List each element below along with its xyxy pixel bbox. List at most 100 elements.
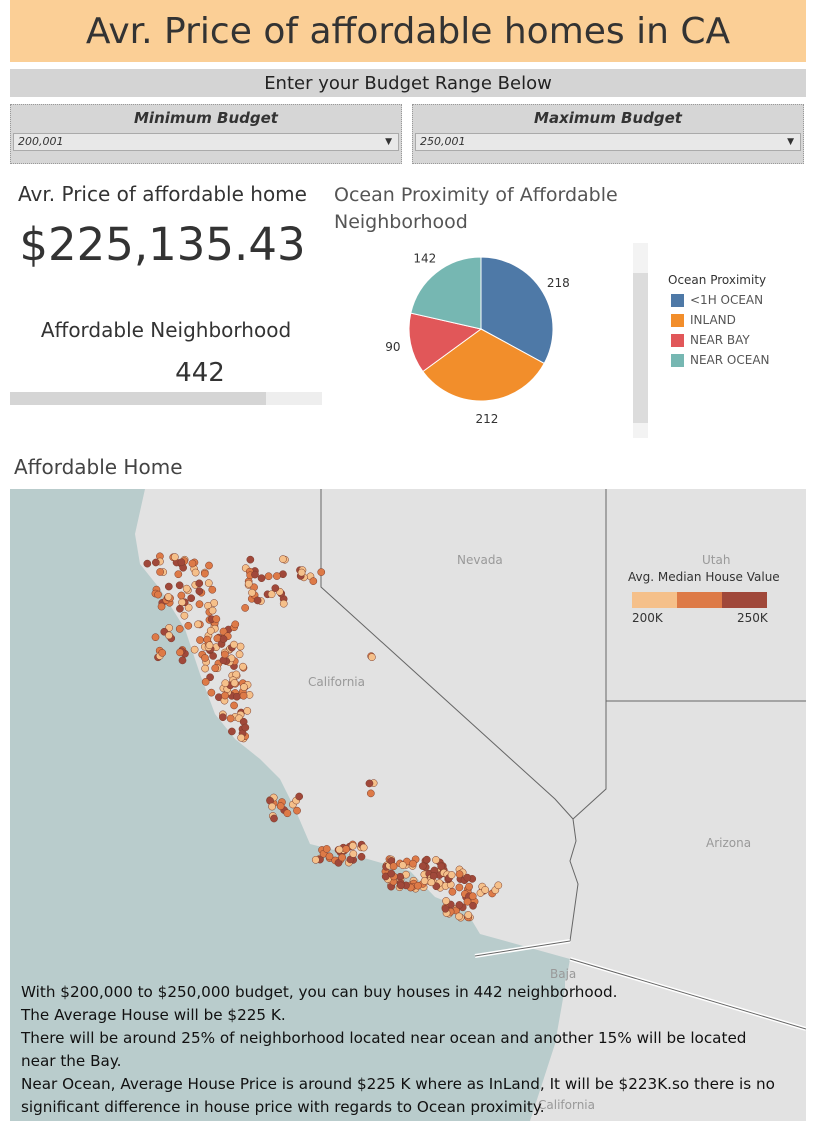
house-marker[interactable] xyxy=(232,692,241,701)
house-marker[interactable] xyxy=(226,714,235,723)
house-marker[interactable] xyxy=(201,654,209,662)
house-marker[interactable] xyxy=(151,633,160,642)
house-marker[interactable] xyxy=(244,579,253,588)
house-marker[interactable] xyxy=(200,569,209,578)
house-marker[interactable] xyxy=(469,901,477,910)
house-marker[interactable] xyxy=(143,559,152,568)
house-marker[interactable] xyxy=(178,656,187,665)
house-marker[interactable] xyxy=(455,912,463,921)
house-marker[interactable] xyxy=(194,620,202,629)
house-marker[interactable] xyxy=(309,577,318,585)
house-marker[interactable] xyxy=(230,701,238,710)
house-marker[interactable] xyxy=(187,594,196,603)
house-marker[interactable] xyxy=(221,691,229,700)
house-marker[interactable] xyxy=(463,873,472,882)
house-marker[interactable] xyxy=(190,645,199,654)
legend-scrollbar[interactable] xyxy=(633,243,648,438)
house-marker[interactable] xyxy=(349,850,358,858)
house-marker[interactable] xyxy=(366,789,375,798)
house-marker[interactable] xyxy=(253,596,262,605)
house-marker[interactable] xyxy=(219,635,228,643)
house-marker[interactable] xyxy=(317,568,326,576)
house-marker[interactable] xyxy=(236,642,245,651)
house-marker[interactable] xyxy=(177,558,186,567)
house-marker[interactable] xyxy=(441,904,450,913)
house-marker[interactable] xyxy=(231,620,240,629)
house-marker[interactable] xyxy=(389,862,398,871)
house-marker[interactable] xyxy=(211,664,220,673)
house-marker[interactable] xyxy=(164,582,173,591)
house-marker[interactable] xyxy=(165,631,173,640)
house-marker[interactable] xyxy=(264,572,273,581)
house-marker[interactable] xyxy=(455,901,464,909)
legend-item-near-bay[interactable]: NEAR BAY xyxy=(671,333,750,347)
house-marker[interactable] xyxy=(204,579,213,587)
house-marker[interactable] xyxy=(240,683,248,691)
house-marker[interactable] xyxy=(481,886,490,894)
house-marker[interactable] xyxy=(177,591,186,600)
house-marker[interactable] xyxy=(152,558,160,567)
house-marker[interactable] xyxy=(228,727,236,736)
house-marker[interactable] xyxy=(295,792,304,801)
house-marker[interactable] xyxy=(325,852,334,861)
house-marker[interactable] xyxy=(175,625,184,633)
house-marker[interactable] xyxy=(251,570,259,579)
house-marker[interactable] xyxy=(437,862,446,871)
house-marker[interactable] xyxy=(427,878,436,887)
house-marker[interactable] xyxy=(455,870,464,879)
house-marker[interactable] xyxy=(335,845,344,854)
house-marker[interactable] xyxy=(176,604,184,613)
house-marker[interactable] xyxy=(418,862,427,870)
house-marker[interactable] xyxy=(205,641,214,650)
house-marker[interactable] xyxy=(201,664,209,673)
house-marker[interactable] xyxy=(365,779,374,788)
house-marker[interactable] xyxy=(357,852,366,861)
house-marker[interactable] xyxy=(208,585,217,594)
house-marker[interactable] xyxy=(208,606,217,615)
house-marker[interactable] xyxy=(241,723,250,732)
house-marker[interactable] xyxy=(494,881,503,890)
house-marker[interactable] xyxy=(207,688,216,697)
house-marker[interactable] xyxy=(276,802,285,810)
house-marker[interactable] xyxy=(442,897,450,905)
house-marker[interactable] xyxy=(239,662,247,671)
house-marker[interactable] xyxy=(158,649,167,657)
house-marker[interactable] xyxy=(239,691,248,700)
house-marker[interactable] xyxy=(396,881,405,890)
house-marker[interactable] xyxy=(221,650,229,659)
house-marker[interactable] xyxy=(348,842,357,850)
house-marker[interactable] xyxy=(154,590,162,599)
house-marker[interactable] xyxy=(241,604,249,612)
house-marker[interactable] xyxy=(195,587,204,596)
house-marker[interactable] xyxy=(359,843,368,852)
legend-item-1h-ocean[interactable]: <1H OCEAN xyxy=(671,293,763,307)
maximum-budget-dropdown[interactable]: 250,001 ▼ xyxy=(415,133,801,151)
house-marker[interactable] xyxy=(157,602,166,611)
house-marker[interactable] xyxy=(191,568,200,577)
house-marker[interactable] xyxy=(342,845,350,853)
house-marker[interactable] xyxy=(464,911,473,919)
house-marker[interactable] xyxy=(170,553,179,561)
house-marker[interactable] xyxy=(175,581,184,590)
house-marker[interactable] xyxy=(201,678,210,686)
house-marker[interactable] xyxy=(180,611,189,620)
house-marker[interactable] xyxy=(268,802,276,811)
house-marker[interactable] xyxy=(205,561,213,570)
house-marker[interactable] xyxy=(398,861,407,870)
house-marker[interactable] xyxy=(237,733,246,742)
house-marker[interactable] xyxy=(448,887,457,896)
house-marker[interactable] xyxy=(188,559,197,568)
house-marker[interactable] xyxy=(422,855,431,864)
house-marker[interactable] xyxy=(230,640,238,649)
house-marker[interactable] xyxy=(257,574,266,583)
house-marker[interactable] xyxy=(246,555,255,564)
house-marker[interactable] xyxy=(270,814,278,823)
house-marker[interactable] xyxy=(174,570,183,579)
legend-item-near-ocean[interactable]: NEAR OCEAN xyxy=(671,353,770,367)
house-marker[interactable] xyxy=(420,877,429,885)
house-marker[interactable] xyxy=(178,598,186,607)
house-marker[interactable] xyxy=(273,572,281,580)
house-marker[interactable] xyxy=(279,555,287,563)
house-marker[interactable] xyxy=(414,881,422,890)
house-marker[interactable] xyxy=(164,593,173,601)
